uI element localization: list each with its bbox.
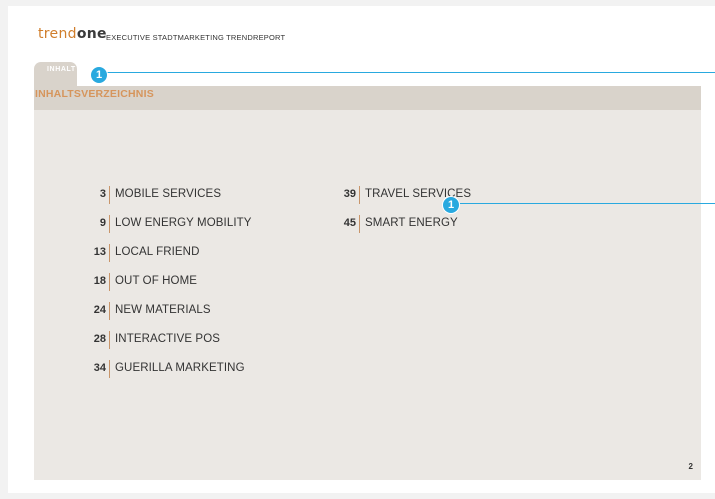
toc-page-number: 18 <box>93 275 106 287</box>
section-header-bar: INHALTSVERZEICHNIS <box>34 86 701 110</box>
logo-part-one: one <box>76 26 107 42</box>
callout-marker-2[interactable]: 1 <box>443 197 459 213</box>
toc-column-right: 39 TRAVEL SERVICES 45 SMART ENERGY <box>294 186 594 244</box>
toc-separator <box>109 302 110 320</box>
section-title: INHALTSVERZEICHNIS <box>35 88 154 100</box>
toc-separator <box>359 186 360 204</box>
toc-page-number: 45 <box>343 217 356 229</box>
toc-item[interactable]: 34 GUERILLA MARKETING <box>34 360 334 389</box>
toc-label: LOW ENERGY MOBILITY <box>115 217 252 229</box>
toc-page-number: 24 <box>93 304 106 316</box>
toc-page-number: 34 <box>93 362 106 374</box>
toc-separator <box>109 244 110 262</box>
toc-separator <box>109 215 110 233</box>
toc-separator <box>109 273 110 291</box>
toc-label: NEW MATERIALS <box>115 304 211 316</box>
toc-label: INTERACTIVE POS <box>115 333 221 345</box>
toc-item[interactable]: 18 OUT OF HOME <box>34 273 334 302</box>
callout-line-2 <box>460 203 715 204</box>
toc-item[interactable]: 45 SMART ENERGY <box>294 215 594 244</box>
toc-page-number: 3 <box>99 188 106 200</box>
toc-separator <box>359 215 360 233</box>
toc-separator <box>109 360 110 378</box>
toc-item[interactable]: 9 LOW ENERGY MOBILITY <box>34 215 334 244</box>
page-number: 2 <box>688 462 693 471</box>
trendone-logo: trendone <box>38 26 107 42</box>
toc-page-number: 9 <box>99 217 106 229</box>
toc-label: LOCAL FRIEND <box>115 246 200 258</box>
toc-separator <box>109 331 110 349</box>
toc-item[interactable]: 24 NEW MATERIALS <box>34 302 334 331</box>
toc-item[interactable]: 13 LOCAL FRIEND <box>34 244 334 273</box>
toc-page-number: 39 <box>343 188 356 200</box>
report-page: trendone EXECUTIVE STADTMARKETING TRENDR… <box>8 6 715 493</box>
toc-label: MOBILE SERVICES <box>115 188 222 200</box>
tab-label: INHALT <box>47 66 76 73</box>
callout-line-1 <box>106 72 715 73</box>
toc-label: OUT OF HOME <box>115 275 198 287</box>
toc-label: SMART ENERGY <box>365 217 458 229</box>
toc-page-number: 13 <box>93 246 106 258</box>
toc-item[interactable]: 28 INTERACTIVE POS <box>34 331 334 360</box>
logo-part-trend: trend <box>38 26 77 42</box>
toc-item[interactable]: 3 MOBILE SERVICES <box>34 186 334 215</box>
toc-column-left: 3 MOBILE SERVICES 9 LOW ENERGY MOBILITY … <box>34 186 334 389</box>
callout-marker-1[interactable]: 1 <box>91 67 107 83</box>
toc-label: GUERILLA MARKETING <box>115 362 245 374</box>
tab-inhalt[interactable]: INHALT <box>34 62 77 86</box>
toc-content-area: 3 MOBILE SERVICES 9 LOW ENERGY MOBILITY … <box>34 110 701 480</box>
toc-page-number: 28 <box>93 333 106 345</box>
document-title: EXECUTIVE STADTMARKETING TRENDREPORT <box>106 33 286 42</box>
toc-separator <box>109 186 110 204</box>
